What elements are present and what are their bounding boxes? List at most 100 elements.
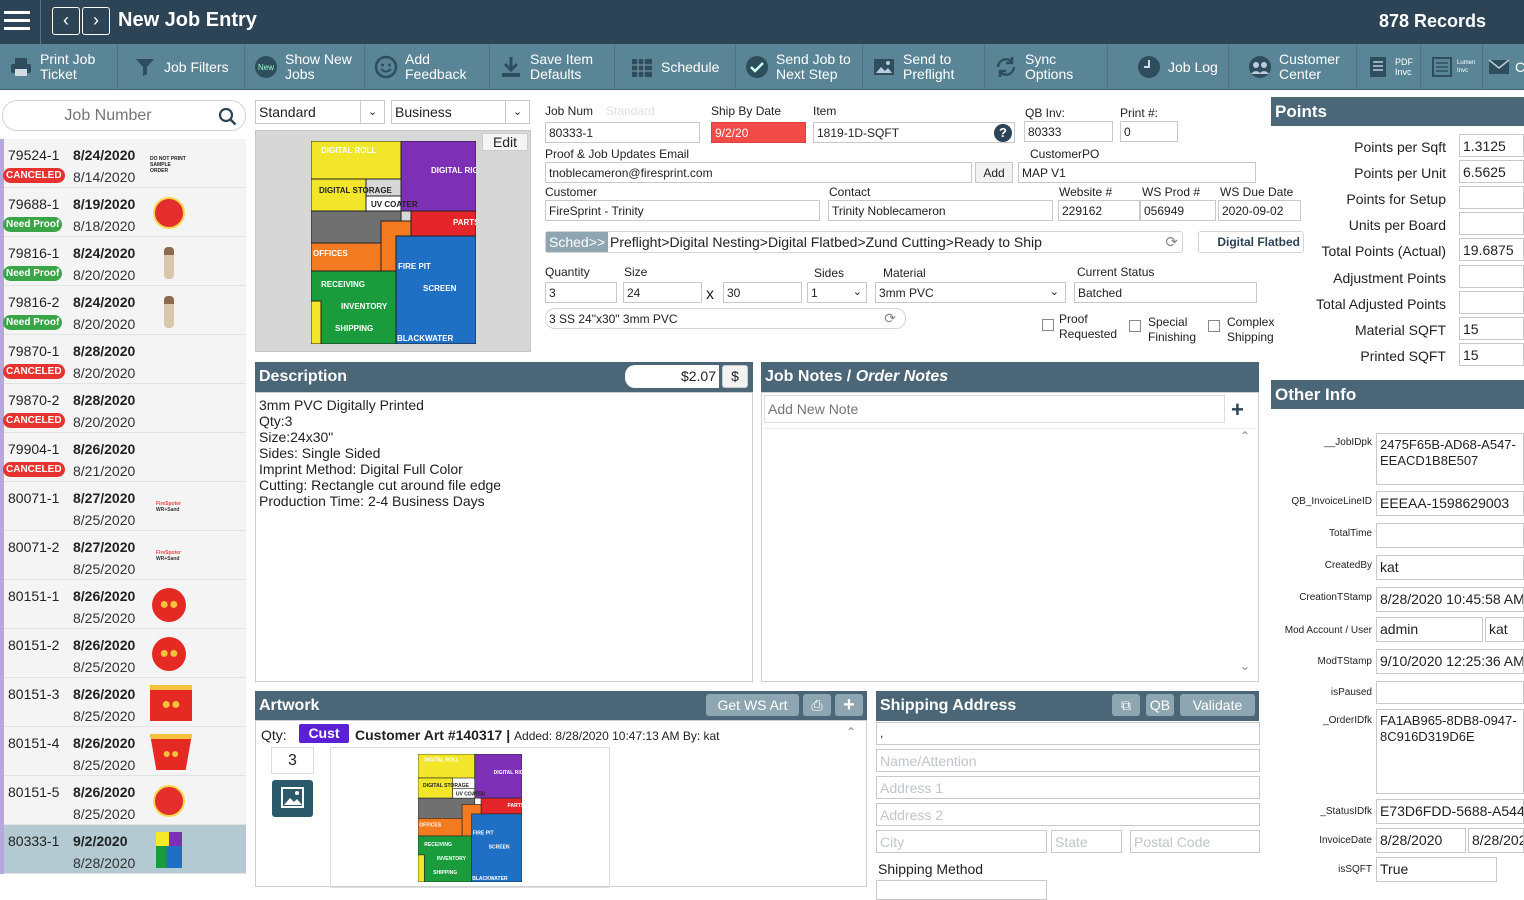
price-field[interactable]: $2.07 [625, 365, 719, 388]
ship-city-field[interactable]: City [876, 830, 1047, 853]
nav-forward-button[interactable]: › [82, 7, 110, 35]
points-value-field[interactable]: 6.5625 [1459, 160, 1524, 184]
points-value-field[interactable] [1459, 290, 1524, 314]
total-time-field[interactable] [1376, 523, 1524, 548]
quantity-field[interactable]: 3 [545, 282, 617, 303]
points-value-field[interactable] [1459, 186, 1524, 210]
item-field[interactable]: 1819-1D-SQFT [813, 122, 1015, 143]
email-button[interactable]: C [1483, 44, 1524, 90]
job-list-item[interactable]: 80333-1 9/2/2020 8/28/2020 [0, 825, 246, 874]
validate-address-button[interactable]: Validate [1180, 694, 1255, 716]
points-value-field[interactable]: 15 [1459, 342, 1524, 366]
invoice-date2-field[interactable]: 8/28/2020 [1468, 828, 1524, 853]
ship-by-field[interactable]: 9/2/20 [711, 122, 806, 143]
invoice-date-field[interactable]: 8/28/2020 [1376, 828, 1466, 853]
points-value-field[interactable] [1459, 212, 1524, 236]
points-value-field[interactable]: 1.3125 [1459, 134, 1524, 157]
job-list-item[interactable]: 80151-4 8/26/2020 8/25/2020 ●● [0, 727, 246, 776]
job-list-item[interactable]: 79870-1 8/28/2020 8/20/2020 CANCELED [0, 335, 246, 384]
ship-address2-field[interactable]: Address 2 [876, 803, 1260, 826]
job-type-select[interactable]: Standard ⌄ [255, 100, 385, 124]
schedule-bar[interactable]: Sched>> Preflight>Digital Nesting>Digita… [545, 231, 1183, 253]
schedule-button[interactable]: Schedule [615, 44, 736, 90]
ship-state-field[interactable]: State [1051, 830, 1122, 853]
job-num-field[interactable]: 80333-1 [545, 122, 700, 143]
job-list-item[interactable]: 80151-3 8/26/2020 8/25/2020 ●● [0, 678, 246, 727]
art-thumbnail-image[interactable]: DIGITAL ROLL DIGITAL RIGID DIGITAL STORAGE… [418, 754, 522, 882]
save-item-defaults-button[interactable]: Save Item Defaults [490, 44, 615, 90]
size-width-field[interactable]: 24 [623, 282, 702, 303]
qb-inv-field[interactable]: 80333 [1024, 121, 1113, 142]
job-list-item[interactable]: 79904-1 8/26/2020 8/21/2020 CANCELED [0, 433, 246, 482]
refresh-icon[interactable]: ⟳ [1165, 233, 1178, 251]
mod-timestamp-field[interactable]: 9/10/2020 12:25:36 AM [1376, 649, 1524, 674]
customer-center-button[interactable]: Customer Center [1229, 44, 1357, 90]
edit-button[interactable]: Edit [482, 133, 528, 151]
add-artwork-button[interactable]: + [835, 694, 863, 716]
job-list-item[interactable]: 79524-1 8/24/2020 8/14/2020 CANCELED DO NOT … [0, 139, 246, 188]
ship-company-field[interactable]: , [876, 722, 1260, 745]
add-email-button[interactable]: Add [975, 162, 1013, 183]
mod-user-field[interactable]: kat [1485, 617, 1524, 642]
is-paused-field[interactable] [1376, 681, 1524, 704]
status-id-field[interactable]: E73D6FDD-5688-A544 [1376, 799, 1524, 824]
is-sqft-field[interactable]: True [1376, 857, 1497, 882]
hamburger-menu-icon[interactable] [4, 7, 30, 35]
send-job-next-step-button[interactable]: Send Job to Next Step [736, 44, 863, 90]
send-to-preflight-button[interactable]: Send to Preflight [863, 44, 985, 90]
sides-select[interactable]: 1 ⌄ [807, 282, 867, 303]
points-value-field[interactable]: 15 [1459, 316, 1524, 340]
art-qty-field[interactable]: 3 [271, 747, 314, 774]
art-image-button[interactable] [272, 780, 313, 817]
job-id-field[interactable]: 2475F65B-AD68-A547-EEACD1B8E507 [1376, 433, 1524, 485]
show-new-jobs-button[interactable]: New Show New Jobs [245, 44, 365, 90]
job-level-select[interactable]: Business ⌄ [391, 100, 530, 124]
email-field[interactable]: tnoblecameron@firesprint.com [545, 162, 972, 183]
scroll-down-icon[interactable]: ⌄ [1240, 659, 1250, 673]
item-summary-field[interactable]: 3 SS 24"x30" 3mm PVC ⟳ [545, 308, 906, 329]
help-icon[interactable]: ? [994, 124, 1012, 142]
print-artwork-button[interactable]: ⎙ [803, 694, 831, 716]
add-feedback-button[interactable]: Add Feedback [365, 44, 490, 90]
size-height-field[interactable]: 30 [723, 282, 802, 303]
price-dollar-button[interactable]: $ [722, 365, 748, 388]
job-list-item[interactable]: 80151-2 8/26/2020 8/25/2020 ●● [0, 629, 246, 678]
add-note-icon[interactable]: + [1231, 397, 1244, 423]
description-text[interactable]: 3mm PVC Digitally Printed Qty:3 Size:24x30… [255, 392, 753, 682]
job-list-item[interactable]: 80151-5 8/26/2020 8/25/2020 [0, 776, 246, 825]
new-note-input[interactable] [764, 395, 1225, 423]
search-icon[interactable] [218, 107, 238, 127]
sync-options-button[interactable]: Sync Options [985, 44, 1108, 90]
material-select[interactable]: 3mm PVC ⌄ [875, 282, 1066, 303]
customer-po-field[interactable]: MAP V1 [1018, 162, 1256, 183]
points-value-field[interactable]: 19.6875 [1459, 238, 1524, 262]
ship-postal-field[interactable]: Postal Code [1130, 830, 1260, 853]
contact-field[interactable]: Trinity Noblecameron [828, 200, 1053, 221]
proof-requested-checkbox[interactable] [1042, 319, 1054, 331]
job-list-item[interactable]: 79816-1 8/24/2020 8/20/2020 Need Proof [0, 237, 246, 286]
job-search-box[interactable] [2, 100, 246, 131]
job-list-item[interactable]: 79816-2 8/24/2020 8/20/2020 Need Proof [0, 286, 246, 335]
get-ws-art-button[interactable]: Get WS Art [706, 694, 799, 716]
created-by-field[interactable]: kat [1376, 555, 1524, 580]
ws-prod-field[interactable]: 056949 [1140, 200, 1216, 221]
scroll-up-icon[interactable]: ⌃ [1240, 429, 1250, 443]
collapse-icon[interactable]: ⌃ [846, 725, 856, 739]
mod-account-field[interactable]: admin [1376, 617, 1483, 642]
job-list-item[interactable]: 79688-1 8/19/2020 8/18/2020 Need Proof [0, 188, 246, 237]
lumen-invoice-button[interactable]: Lumen Invc [1421, 44, 1483, 90]
customer-field[interactable]: FireSprint - Trinity [545, 200, 820, 221]
complex-shipping-checkbox[interactable] [1208, 320, 1220, 332]
points-value-field[interactable] [1459, 264, 1524, 288]
special-finishing-checkbox[interactable] [1129, 320, 1141, 332]
ship-address1-field[interactable]: Address 1 [876, 776, 1260, 799]
job-list-item[interactable]: 79870-2 8/28/2020 8/20/2020 CANCELED [0, 384, 246, 433]
order-id-field[interactable]: FA1AB965-8DB8-0947-8C916D319D6E [1376, 709, 1524, 794]
current-status-field[interactable]: Batched [1074, 282, 1257, 303]
job-log-button[interactable]: Job Log [1108, 44, 1229, 90]
pdf-invoice-button[interactable]: PDF Invc [1357, 44, 1421, 90]
job-filters-button[interactable]: Job Filters [118, 44, 245, 90]
job-list-item[interactable]: 80071-2 8/27/2020 8/25/2020 FireSpoter WR+Sa… [0, 531, 246, 580]
creation-timestamp-field[interactable]: 8/28/2020 10:45:58 AM [1376, 587, 1524, 612]
print-num-field[interactable]: 0 [1120, 121, 1178, 142]
